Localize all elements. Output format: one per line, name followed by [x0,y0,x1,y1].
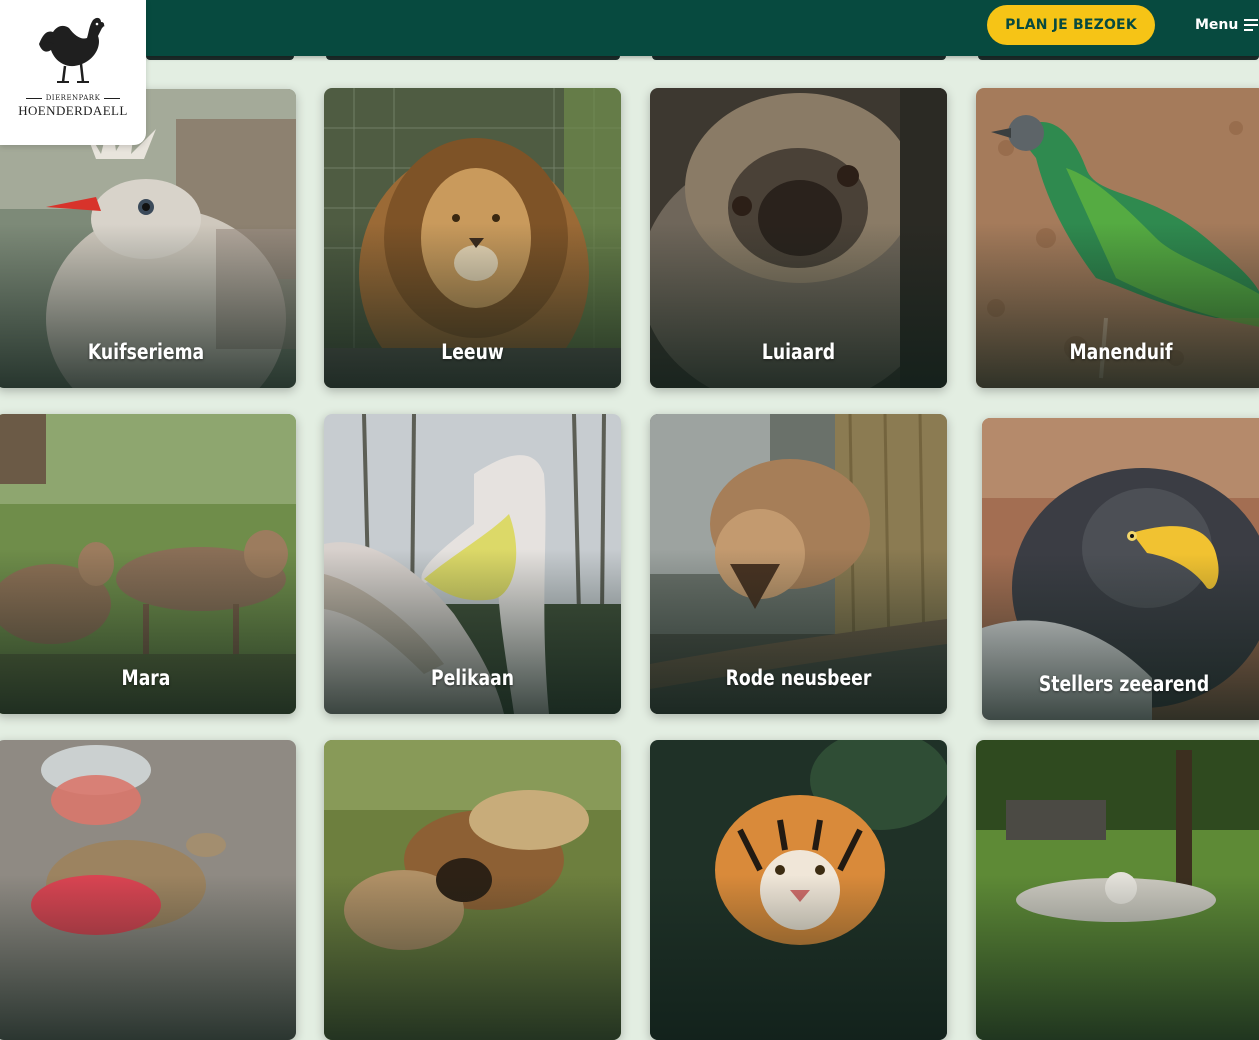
animal-grid: Kuifseriema Leeuw Luiaard Manenduif Mara… [0,0,1259,1040]
animal-card-label: Stellers zeearend [1038,672,1210,696]
animal-card-luiaard[interactable]: Luiaard [650,88,947,388]
menu-button[interactable]: Menu [1195,14,1259,36]
logo-subtitle: DIERENPARK [25,94,121,102]
animal-card-pelikaan[interactable]: Pelikaan [324,414,621,714]
hamburger-icon [1244,18,1259,32]
rooster-icon [39,17,105,83]
animal-card-stellers-zeearend[interactable]: Stellers zeearend [982,418,1259,720]
animal-card-schildpad[interactable] [0,740,296,1040]
animal-card-label: Manenduif [1069,340,1173,364]
animal-card-vogel[interactable] [976,740,1259,1040]
animal-card-label: Luiaard [761,340,836,364]
animal-card-miereneter[interactable] [324,740,621,1040]
animal-card-leeuw[interactable]: Leeuw [324,88,621,388]
animal-card-label: Leeuw [441,340,504,364]
animal-card-mara[interactable]: Mara [0,414,296,714]
previous-row-edges [0,52,1259,64]
plan-visit-button[interactable]: PLAN JE BEZOEK [987,5,1155,45]
animal-card-rode-neusbeer[interactable]: Rode neusbeer [650,414,947,714]
animal-card-label: Kuifseriema [87,340,205,364]
animal-card-label: Pelikaan [430,666,515,690]
animal-card-tijger[interactable] [650,740,947,1040]
animal-card-label: Mara [121,666,171,690]
animal-card-label: Rode neusbeer [725,666,872,690]
logo-name: HOENDERDAELL [18,103,128,118]
park-logo[interactable]: DIERENPARK HOENDERDAELL [0,0,146,145]
menu-label: Menu [1195,17,1239,33]
site-header: PLAN JE BEZOEK Menu [0,0,1259,56]
animal-card-manenduif[interactable]: Manenduif [976,88,1259,388]
